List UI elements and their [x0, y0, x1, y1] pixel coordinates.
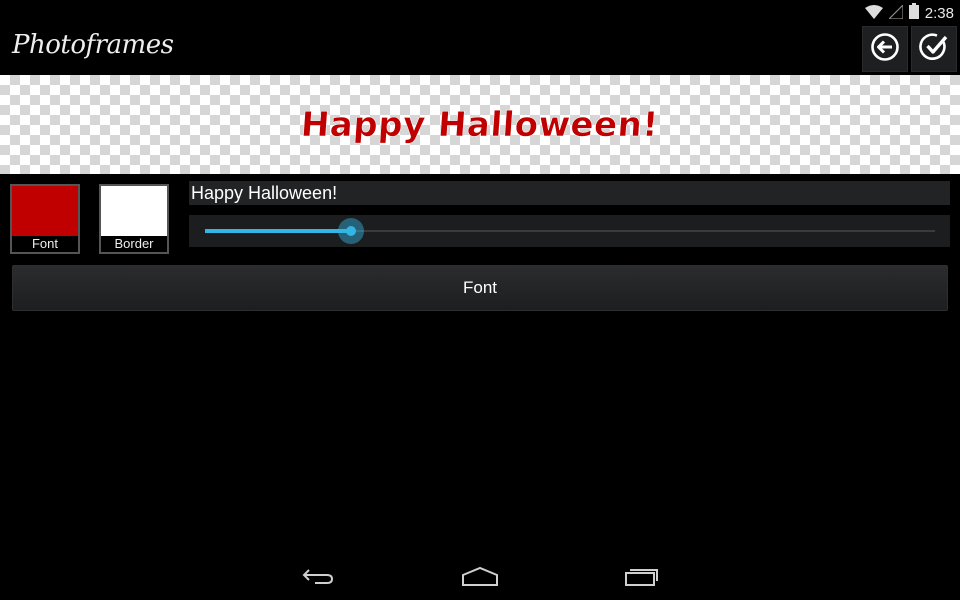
font-color-fill	[12, 186, 78, 236]
text-preview: Happy Halloween!	[0, 75, 960, 174]
nav-home-icon	[462, 566, 498, 590]
back-button[interactable]	[862, 26, 908, 72]
signal-icon	[887, 3, 904, 23]
font-color-swatch[interactable]: Font	[10, 184, 80, 254]
status-icons: 2:38	[864, 2, 954, 24]
nav-back-icon	[301, 566, 335, 590]
font-button[interactable]: Font	[12, 265, 948, 311]
navigation-bar	[0, 552, 960, 600]
battery-icon	[908, 3, 919, 23]
font-color-label: Font	[31, 236, 58, 251]
nav-back-button[interactable]	[288, 560, 348, 596]
nav-recents-button[interactable]	[612, 560, 672, 596]
text-input[interactable]	[189, 181, 950, 205]
done-button[interactable]	[911, 26, 957, 72]
nav-recents-icon	[624, 566, 660, 590]
border-color-fill	[101, 186, 167, 236]
preview-text: Happy Halloween!	[299, 104, 661, 145]
check-icon	[919, 32, 949, 66]
action-bar: Photoframes	[0, 26, 960, 74]
size-slider[interactable]	[189, 215, 950, 247]
app-logo: Photoframes	[12, 30, 174, 60]
nav-home-button[interactable]	[450, 560, 510, 596]
back-arrow-icon	[870, 32, 900, 66]
border-color-label: Border	[114, 236, 154, 251]
slider-fill	[205, 229, 351, 233]
status-time: 2:38	[924, 4, 954, 22]
status-bar: 2:38	[0, 0, 960, 26]
slider-thumb[interactable]	[338, 218, 364, 244]
border-color-swatch[interactable]: Border	[99, 184, 169, 254]
wifi-icon	[864, 4, 883, 23]
